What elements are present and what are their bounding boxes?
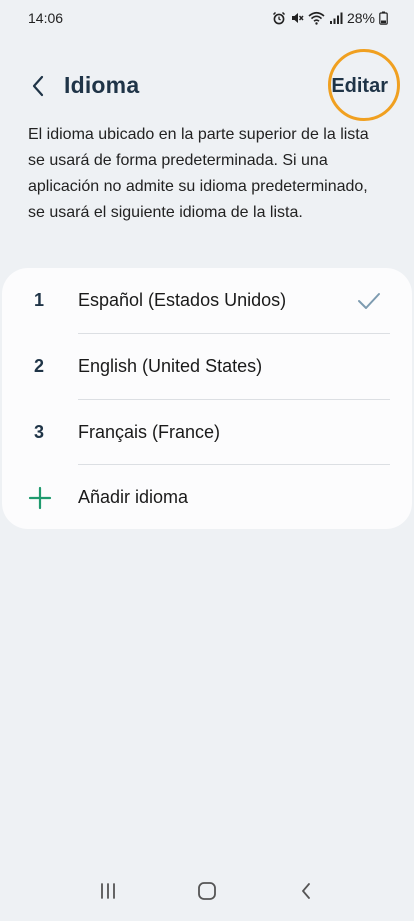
page-title: Idioma	[64, 72, 140, 98]
mute-icon	[291, 13, 304, 23]
navigation-bar	[0, 861, 414, 921]
language-label: Español (Estados Unidos)	[78, 290, 287, 310]
language-number: 2	[33, 356, 44, 376]
language-number: 3	[33, 422, 44, 442]
nav-back-button[interactable]	[286, 871, 326, 911]
language-item-2[interactable]: 2 English (United States)	[2, 334, 412, 399]
back-icon	[302, 883, 311, 899]
battery-percent: 28%	[346, 10, 375, 26]
language-label: English (United States)	[78, 356, 263, 376]
status-icons: 28%	[272, 10, 388, 26]
alarm-icon	[272, 11, 285, 25]
add-language-label: Añadir idioma	[78, 487, 189, 507]
status-time: 14:06	[28, 10, 64, 26]
check-icon	[358, 292, 380, 309]
battery-icon	[379, 11, 388, 25]
edit-button[interactable]: Editar	[327, 66, 392, 106]
description-text: El idioma ubicado en la parte superior d…	[28, 126, 369, 221]
language-number: 1	[33, 290, 44, 310]
home-button[interactable]	[187, 871, 227, 911]
language-label: Français (France)	[78, 422, 221, 442]
signal-icon	[329, 12, 343, 24]
back-button[interactable]	[24, 72, 52, 100]
chevron-left-icon	[32, 75, 44, 97]
status-bar: 14:06 28%	[0, 0, 414, 36]
home-icon	[198, 882, 216, 900]
language-item-3[interactable]: 3 Français (France)	[2, 400, 412, 465]
recents-icon	[100, 883, 115, 899]
language-item-1[interactable]: 1 Español (Estados Unidos)	[2, 268, 412, 333]
wifi-icon	[308, 11, 325, 25]
add-language-button[interactable]: Añadir idioma	[2, 465, 412, 530]
app-header: Idioma Editar	[0, 49, 414, 121]
language-list: 1 Español (Estados Unidos) 2 English (Un…	[2, 268, 412, 529]
plus-icon	[28, 486, 52, 509]
recents-button[interactable]	[88, 871, 128, 911]
